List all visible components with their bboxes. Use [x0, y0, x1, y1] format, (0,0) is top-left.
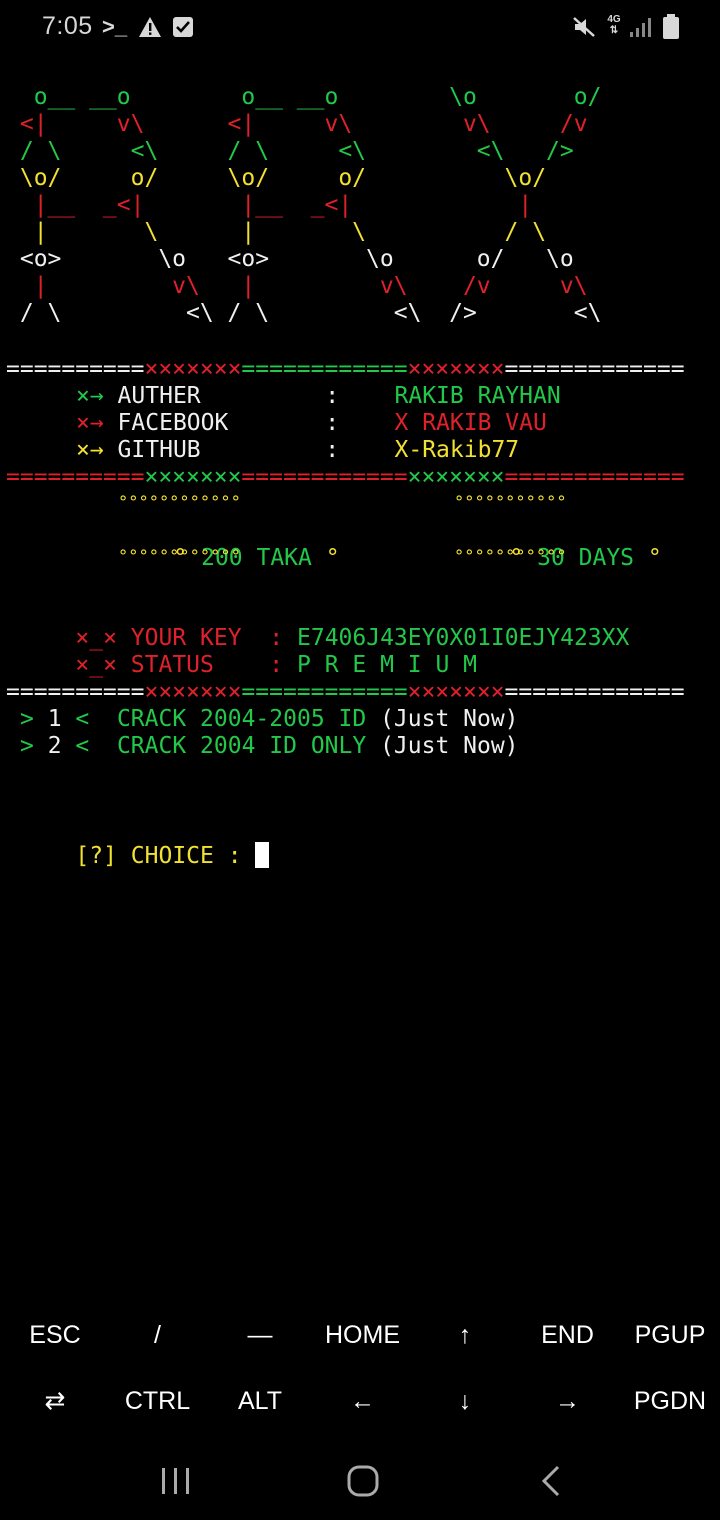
- arrow-marker: ×→: [76, 410, 104, 436]
- separator-line: ==========×××××××============×××××××====…: [6, 464, 685, 490]
- banner-line: | \ | \ / \: [6, 219, 547, 245]
- extra-key-alt[interactable]: ALT: [209, 1368, 311, 1434]
- info-label: FACEBOOK: [103, 410, 326, 436]
- status-time: 7:05: [42, 12, 93, 40]
- separator-line: ==========×××××××============×××××××====…: [6, 679, 685, 705]
- info-row: ×→ FACEBOOK : X RAKIB VAU: [76, 410, 547, 436]
- option-label: CRACK 2004-2005 ID: [116, 706, 381, 732]
- status-label: STATUS: [130, 652, 214, 678]
- banner-line: <| v\ <| v\ v\ /v: [6, 111, 588, 137]
- key-row: ×_× YOUR KEY : E7406J43EY0X01I0EJY423XX: [75, 625, 630, 651]
- price-dots-bottom-left: °°°°°°°°°°°°: [118, 547, 241, 567]
- extra-key-symbol-0-1[interactable]: /: [107, 1302, 209, 1368]
- signal-icon: [630, 18, 651, 37]
- banner-line: / \ <\ / \ <\ <\ />: [6, 138, 574, 164]
- recent-apps-icon[interactable]: [146, 1460, 206, 1504]
- banner-line: | v\ | v\ /v v\: [6, 273, 588, 299]
- extra-key-symbol-1-0[interactable]: ⇄: [4, 1368, 106, 1434]
- price-dots-bottom-right: °°°°°°°°°°°: [454, 547, 567, 567]
- price-duration: ° 30 DAYS °: [454, 518, 661, 571]
- extra-key-pgdn[interactable]: PGDN: [619, 1368, 720, 1434]
- banner-line: <o> \o <o> \o o/ \o: [6, 246, 574, 272]
- status-bar: 7:05 >_ 4G ⇅: [0, 0, 720, 56]
- extra-key-end[interactable]: END: [517, 1302, 619, 1368]
- info-row: ×→ GITHUB : X-Rakib77: [76, 437, 520, 463]
- 4g-network-icon: 4G ⇅: [607, 14, 621, 36]
- option-number: 2: [47, 733, 62, 759]
- separator-line: ==========×××××××============×××××××====…: [6, 356, 685, 382]
- home-icon[interactable]: [332, 1460, 392, 1504]
- extra-key-ctrl[interactable]: CTRL: [107, 1368, 209, 1434]
- extra-key-esc[interactable]: ESC: [4, 1302, 106, 1368]
- status-value: P R E M I U M: [297, 652, 478, 678]
- status-row: ×_× STATUS : P R E M I U M: [75, 652, 478, 678]
- degree-mark: °: [325, 545, 340, 571]
- extra-key-symbol-0-4[interactable]: ↑: [414, 1302, 516, 1368]
- info-value: X RAKIB VAU: [394, 410, 547, 436]
- navigation-bar: [0, 1440, 720, 1520]
- choice-prompt[interactable]: [?] CHOICE :: [20, 815, 270, 869]
- info-value: RAKIB RAYHAN: [394, 383, 561, 409]
- extra-keys-bar: ESC / — HOME ↑ END PGUP ⇄ CTRL ALT ← ↓ → PGDN: [0, 1300, 720, 1436]
- extra-key-symbol-1-4[interactable]: ↓: [414, 1368, 516, 1434]
- info-label: GITHUB: [103, 437, 326, 463]
- extra-key-home[interactable]: HOME: [312, 1302, 414, 1368]
- text-cursor[interactable]: [255, 842, 270, 868]
- mute-icon: [573, 17, 595, 37]
- option-number: 1: [47, 706, 62, 732]
- battery-icon: [663, 14, 679, 39]
- extra-key-symbol-1-3[interactable]: ←: [312, 1368, 414, 1434]
- price-dots-top-right: °°°°°°°°°°°: [454, 493, 567, 513]
- arrow-marker: ×→: [76, 383, 104, 409]
- back-icon[interactable]: [520, 1460, 580, 1504]
- degree-mark: °: [647, 545, 662, 571]
- menu-option[interactable]: > 2 < CRACK 2004 ID ONLY (Just Now): [20, 733, 519, 760]
- banner-line: \o/ o/ \o/ o/ \o/: [6, 165, 547, 191]
- option-suffix: (Just Now): [380, 733, 519, 759]
- warning-icon: [139, 17, 161, 37]
- option-label: CRACK 2004 ID ONLY: [116, 733, 381, 759]
- extra-key-pgup[interactable]: PGUP: [619, 1302, 720, 1368]
- choice-prompt-text: [?] CHOICE :: [75, 843, 256, 869]
- option-suffix: (Just Now): [380, 706, 519, 732]
- network-label: 4G: [607, 14, 621, 25]
- info-value: X-Rakib77: [394, 437, 520, 463]
- info-label: AUTHER: [103, 383, 326, 409]
- banner-line: / \ <\ / \ <\ /> <\: [6, 300, 602, 326]
- banner-line: o__ __o o__ __o \o o/: [6, 84, 602, 110]
- status-marker: ×_×: [75, 652, 117, 678]
- price-dots-top-left: °°°°°°°°°°°°: [118, 493, 241, 513]
- banner-line: |__ _<| |__ _<| |: [6, 192, 533, 218]
- extra-key-symbol-1-5[interactable]: →: [517, 1368, 619, 1434]
- arrow-marker: ×→: [76, 437, 104, 463]
- check-box-icon: [173, 17, 193, 37]
- price-amount: ° 200 TAKA °: [118, 518, 339, 571]
- extra-key-symbol-0-2[interactable]: —: [209, 1302, 311, 1368]
- menu-option[interactable]: > 1 < CRACK 2004-2005 ID (Just Now): [20, 706, 519, 733]
- terminal-icon: >_: [102, 14, 128, 39]
- info-row: ×→ AUTHER : RAKIB RAYHAN: [76, 383, 561, 409]
